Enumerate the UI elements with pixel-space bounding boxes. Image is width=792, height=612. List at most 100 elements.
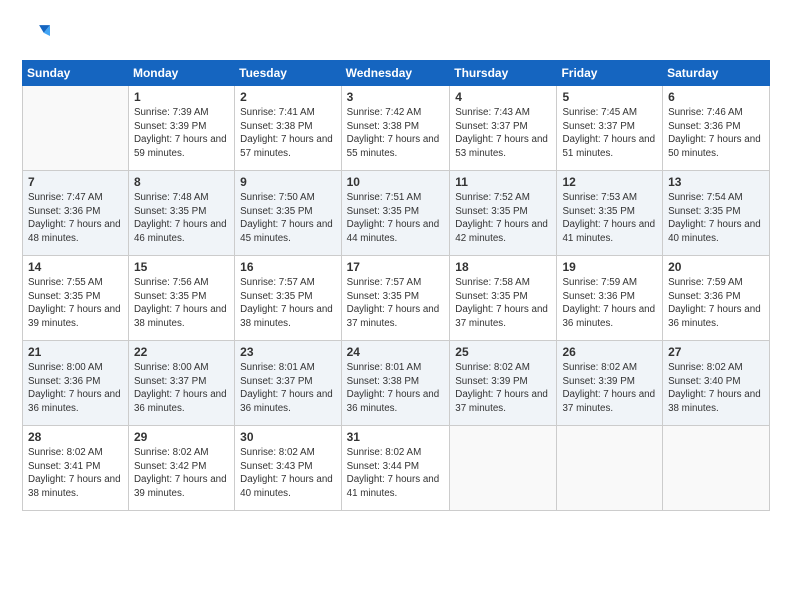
day-info: Sunrise: 7:56 AMSunset: 3:35 PMDaylight:… bbox=[134, 276, 229, 331]
day-info: Sunrise: 7:45 AMSunset: 3:37 PMDaylight:… bbox=[562, 106, 657, 161]
day-number: 24 bbox=[347, 345, 445, 359]
weekday-header-saturday: Saturday bbox=[663, 61, 770, 86]
calendar-cell: 31 Sunrise: 8:02 AMSunset: 3:44 PMDayligh… bbox=[341, 426, 450, 511]
weekday-header-friday: Friday bbox=[557, 61, 663, 86]
day-number: 27 bbox=[668, 345, 764, 359]
day-number: 5 bbox=[562, 90, 657, 104]
day-number: 11 bbox=[455, 175, 551, 189]
weekday-header-sunday: Sunday bbox=[23, 61, 129, 86]
day-number: 6 bbox=[668, 90, 764, 104]
calendar-cell: 9 Sunrise: 7:50 AMSunset: 3:35 PMDaylight… bbox=[235, 171, 341, 256]
calendar-cell bbox=[663, 426, 770, 511]
day-info: Sunrise: 7:59 AMSunset: 3:36 PMDaylight:… bbox=[562, 276, 657, 331]
weekday-header-monday: Monday bbox=[128, 61, 234, 86]
day-number: 10 bbox=[347, 175, 445, 189]
weekday-header-row: SundayMondayTuesdayWednesdayThursdayFrid… bbox=[23, 61, 770, 86]
calendar-cell: 4 Sunrise: 7:43 AMSunset: 3:37 PMDaylight… bbox=[450, 86, 557, 171]
weekday-header-thursday: Thursday bbox=[450, 61, 557, 86]
calendar-cell: 11 Sunrise: 7:52 AMSunset: 3:35 PMDayligh… bbox=[450, 171, 557, 256]
day-number: 19 bbox=[562, 260, 657, 274]
day-info: Sunrise: 8:02 AMSunset: 3:42 PMDaylight:… bbox=[134, 446, 229, 501]
day-info: Sunrise: 8:02 AMSunset: 3:40 PMDaylight:… bbox=[668, 361, 764, 416]
day-info: Sunrise: 7:42 AMSunset: 3:38 PMDaylight:… bbox=[347, 106, 445, 161]
calendar-cell: 6 Sunrise: 7:46 AMSunset: 3:36 PMDaylight… bbox=[663, 86, 770, 171]
day-info: Sunrise: 7:43 AMSunset: 3:37 PMDaylight:… bbox=[455, 106, 551, 161]
calendar-cell: 24 Sunrise: 8:01 AMSunset: 3:38 PMDayligh… bbox=[341, 341, 450, 426]
day-number: 2 bbox=[240, 90, 335, 104]
calendar-cell: 2 Sunrise: 7:41 AMSunset: 3:38 PMDaylight… bbox=[235, 86, 341, 171]
calendar-cell: 28Sunrise: 8:02 AMSunset: 3:41 PMDayligh… bbox=[23, 426, 129, 511]
calendar-cell: 18 Sunrise: 7:58 AMSunset: 3:35 PMDayligh… bbox=[450, 256, 557, 341]
day-number: 9 bbox=[240, 175, 335, 189]
day-number: 12 bbox=[562, 175, 657, 189]
day-number: 23 bbox=[240, 345, 335, 359]
day-info: Sunrise: 7:50 AMSunset: 3:35 PMDaylight:… bbox=[240, 191, 335, 246]
day-info: Sunrise: 7:55 AMSunset: 3:35 PMDaylight:… bbox=[28, 276, 123, 331]
day-number: 8 bbox=[134, 175, 229, 189]
day-info: Sunrise: 7:59 AMSunset: 3:36 PMDaylight:… bbox=[668, 276, 764, 331]
calendar-cell: 19 Sunrise: 7:59 AMSunset: 3:36 PMDayligh… bbox=[557, 256, 663, 341]
calendar-cell: 5 Sunrise: 7:45 AMSunset: 3:37 PMDaylight… bbox=[557, 86, 663, 171]
calendar-cell: 26Sunrise: 8:02 AMSunset: 3:39 PMDayligh… bbox=[557, 341, 663, 426]
calendar-cell: 10Sunrise: 7:51 AMSunset: 3:35 PMDayligh… bbox=[341, 171, 450, 256]
calendar-table: SundayMondayTuesdayWednesdayThursdayFrid… bbox=[22, 60, 770, 511]
calendar-cell bbox=[23, 86, 129, 171]
calendar-cell: 7 Sunrise: 7:47 AMSunset: 3:36 PMDaylight… bbox=[23, 171, 129, 256]
day-info: Sunrise: 8:02 AMSunset: 3:44 PMDaylight:… bbox=[347, 446, 445, 501]
calendar-cell: 1Sunrise: 7:39 AMSunset: 3:39 PMDaylight… bbox=[128, 86, 234, 171]
day-number: 25 bbox=[455, 345, 551, 359]
day-number: 22 bbox=[134, 345, 229, 359]
day-number: 14 bbox=[28, 260, 123, 274]
day-info: Sunrise: 8:00 AMSunset: 3:36 PMDaylight:… bbox=[28, 361, 123, 416]
day-info: Sunrise: 7:41 AMSunset: 3:38 PMDaylight:… bbox=[240, 106, 335, 161]
day-number: 13 bbox=[668, 175, 764, 189]
day-info: Sunrise: 7:48 AMSunset: 3:35 PMDaylight:… bbox=[134, 191, 229, 246]
calendar-week-row: 21 Sunrise: 8:00 AMSunset: 3:36 PMDayligh… bbox=[23, 341, 770, 426]
calendar-cell: 22 Sunrise: 8:00 AMSunset: 3:37 PMDayligh… bbox=[128, 341, 234, 426]
day-number: 31 bbox=[347, 430, 445, 444]
day-number: 7 bbox=[28, 175, 123, 189]
calendar-page: SundayMondayTuesdayWednesdayThursdayFrid… bbox=[0, 0, 792, 612]
weekday-header-tuesday: Tuesday bbox=[235, 61, 341, 86]
day-info: Sunrise: 7:58 AMSunset: 3:35 PMDaylight:… bbox=[455, 276, 551, 331]
weekday-header-wednesday: Wednesday bbox=[341, 61, 450, 86]
day-number: 16 bbox=[240, 260, 335, 274]
calendar-cell: 25 Sunrise: 8:02 AMSunset: 3:39 PMDayligh… bbox=[450, 341, 557, 426]
calendar-cell: 17Sunrise: 7:57 AMSunset: 3:35 PMDayligh… bbox=[341, 256, 450, 341]
day-info: Sunrise: 7:57 AMSunset: 3:35 PMDaylight:… bbox=[347, 276, 445, 331]
day-info: Sunrise: 7:47 AMSunset: 3:36 PMDaylight:… bbox=[28, 191, 123, 246]
day-info: Sunrise: 8:02 AMSunset: 3:39 PMDaylight:… bbox=[455, 361, 551, 416]
day-info: Sunrise: 7:52 AMSunset: 3:35 PMDaylight:… bbox=[455, 191, 551, 246]
day-info: Sunrise: 7:46 AMSunset: 3:36 PMDaylight:… bbox=[668, 106, 764, 161]
calendar-week-row: 1Sunrise: 7:39 AMSunset: 3:39 PMDaylight… bbox=[23, 86, 770, 171]
calendar-cell: 29Sunrise: 8:02 AMSunset: 3:42 PMDayligh… bbox=[128, 426, 234, 511]
calendar-week-row: 28Sunrise: 8:02 AMSunset: 3:41 PMDayligh… bbox=[23, 426, 770, 511]
calendar-cell: 14 Sunrise: 7:55 AMSunset: 3:35 PMDayligh… bbox=[23, 256, 129, 341]
day-info: Sunrise: 7:53 AMSunset: 3:35 PMDaylight:… bbox=[562, 191, 657, 246]
calendar-cell: 13 Sunrise: 7:54 AMSunset: 3:35 PMDayligh… bbox=[663, 171, 770, 256]
day-number: 3 bbox=[347, 90, 445, 104]
header bbox=[22, 18, 770, 50]
calendar-cell: 16Sunrise: 7:57 AMSunset: 3:35 PMDayligh… bbox=[235, 256, 341, 341]
day-number: 26 bbox=[562, 345, 657, 359]
calendar-cell: 12 Sunrise: 7:53 AMSunset: 3:35 PMDayligh… bbox=[557, 171, 663, 256]
logo-icon bbox=[22, 22, 50, 50]
day-info: Sunrise: 7:54 AMSunset: 3:35 PMDaylight:… bbox=[668, 191, 764, 246]
day-info: Sunrise: 8:02 AMSunset: 3:43 PMDaylight:… bbox=[240, 446, 335, 501]
day-info: Sunrise: 8:01 AMSunset: 3:37 PMDaylight:… bbox=[240, 361, 335, 416]
logo bbox=[22, 22, 56, 50]
calendar-week-row: 14 Sunrise: 7:55 AMSunset: 3:35 PMDayligh… bbox=[23, 256, 770, 341]
day-number: 21 bbox=[28, 345, 123, 359]
calendar-cell: 8 Sunrise: 7:48 AMSunset: 3:35 PMDaylight… bbox=[128, 171, 234, 256]
calendar-cell: 30 Sunrise: 8:02 AMSunset: 3:43 PMDayligh… bbox=[235, 426, 341, 511]
day-number: 30 bbox=[240, 430, 335, 444]
calendar-cell bbox=[557, 426, 663, 511]
day-number: 15 bbox=[134, 260, 229, 274]
day-number: 18 bbox=[455, 260, 551, 274]
day-number: 4 bbox=[455, 90, 551, 104]
day-info: Sunrise: 8:00 AMSunset: 3:37 PMDaylight:… bbox=[134, 361, 229, 416]
day-info: Sunrise: 8:01 AMSunset: 3:38 PMDaylight:… bbox=[347, 361, 445, 416]
calendar-cell: 20Sunrise: 7:59 AMSunset: 3:36 PMDayligh… bbox=[663, 256, 770, 341]
day-info: Sunrise: 8:02 AMSunset: 3:41 PMDaylight:… bbox=[28, 446, 123, 501]
day-number: 1 bbox=[134, 90, 229, 104]
